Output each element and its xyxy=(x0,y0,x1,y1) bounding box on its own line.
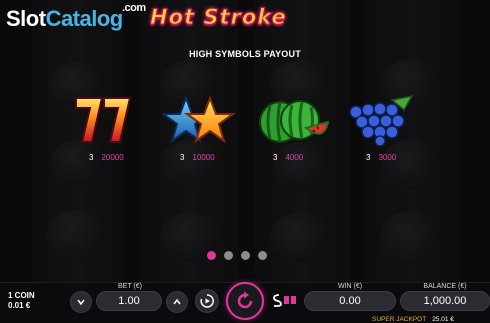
watermark-part1: Slot xyxy=(6,6,46,31)
coin-value[interactable]: 1 COIN 0.01 € xyxy=(8,291,35,311)
payout-value: 4000 xyxy=(285,153,304,162)
bet-value-field[interactable]: 1.00 xyxy=(96,291,162,311)
payout-row: 3 20000 xyxy=(89,153,124,162)
win-label: WIN (€) xyxy=(337,283,363,290)
page-dot-2[interactable] xyxy=(224,251,233,260)
chevron-down-icon xyxy=(77,299,85,306)
watermark-part2: Catalog xyxy=(45,6,124,31)
bet-increase-button[interactable] xyxy=(166,291,188,313)
payout-value: 10000 xyxy=(192,153,215,162)
win-value: 0.00 xyxy=(304,291,396,311)
bet-decrease-button[interactable] xyxy=(70,291,92,313)
payout-count: 3 xyxy=(273,153,278,162)
bet-label: BET (€) xyxy=(118,283,142,290)
coin-denomination: 0.01 € xyxy=(8,301,31,310)
coin-count: 1 COIN xyxy=(8,291,35,300)
paytable-title: HIGH SYMBOLS PAYOUT xyxy=(189,49,301,59)
super-jackpot-value: 25.01 € xyxy=(432,316,454,323)
super-jackpot-label: SUPER JACKPOT xyxy=(372,316,427,323)
turbo-icon xyxy=(273,294,296,307)
payout-count: 3 xyxy=(180,153,185,162)
payout-count: 3 xyxy=(89,153,94,162)
turbo-button[interactable] xyxy=(272,292,298,313)
grapes-icon xyxy=(346,94,414,147)
page-dot-1[interactable] xyxy=(207,251,216,260)
super-jackpot: SUPER JACKPOT 25.01 € xyxy=(372,316,454,323)
autoplay-button[interactable] xyxy=(195,289,219,313)
chevron-up-icon xyxy=(173,298,181,305)
payout-row: 3 4000 xyxy=(273,153,303,162)
payout-count: 3 xyxy=(366,153,371,162)
star-icon xyxy=(159,94,237,146)
page-dot-4[interactable] xyxy=(258,251,267,260)
paytable-pagination xyxy=(207,251,267,260)
balance-label: BALANCE (€) xyxy=(423,283,467,290)
lucky-seven-icon xyxy=(72,94,136,146)
watermelon-icon xyxy=(256,94,330,146)
payout-row: 3 10000 xyxy=(180,153,215,162)
payout-value: 20000 xyxy=(101,153,124,162)
payout-row: 3 3000 xyxy=(366,153,396,162)
page-dot-3[interactable] xyxy=(241,251,250,260)
game-logo: Hot Stroke xyxy=(150,5,287,30)
watermark-suffix: .com xyxy=(122,2,146,14)
spin-icon xyxy=(237,291,253,309)
spin-button[interactable] xyxy=(226,282,264,320)
watermark-logo: SlotCatalog .com xyxy=(6,2,146,32)
autoplay-icon xyxy=(200,294,214,308)
balance-value: 1,000.00 xyxy=(400,291,490,311)
payout-value: 3000 xyxy=(378,153,397,162)
